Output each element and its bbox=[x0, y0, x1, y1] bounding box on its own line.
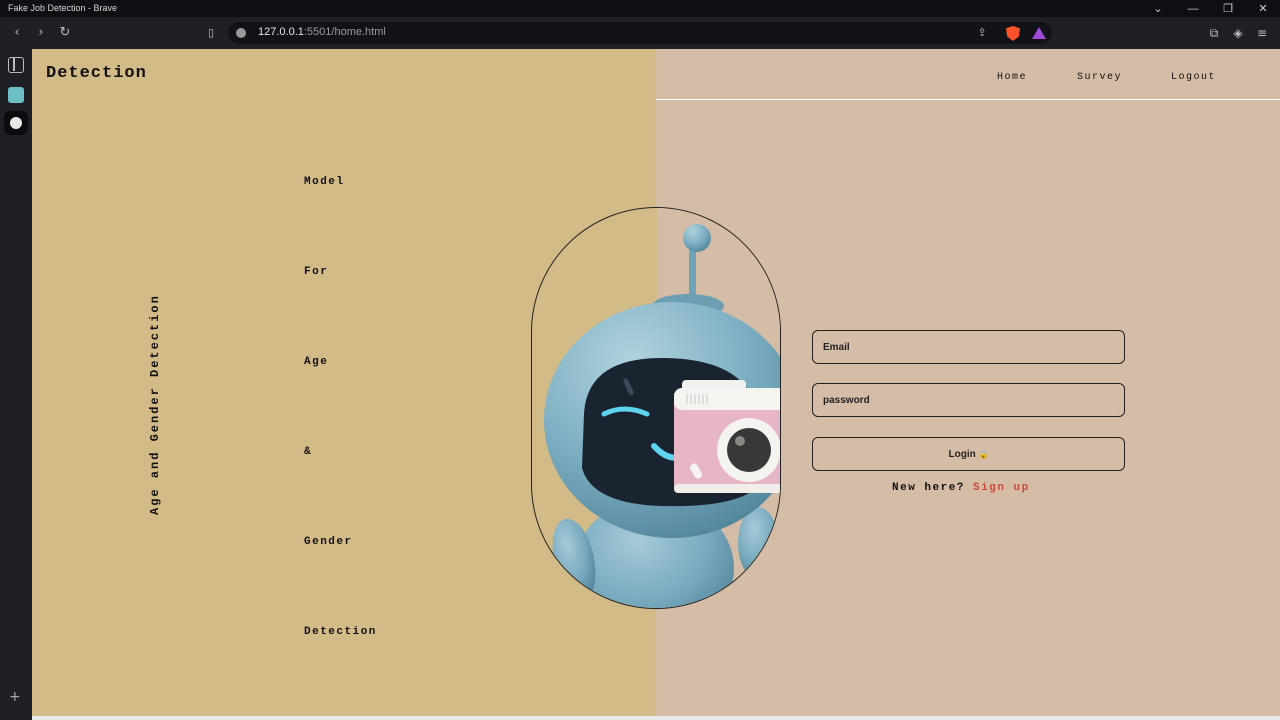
vertical-title: Age and Gender Detection bbox=[148, 271, 168, 515]
window-title: Fake Job Detection - Brave bbox=[8, 3, 118, 13]
browser-sidebar: + bbox=[0, 49, 32, 720]
window-titlebar: Fake Job Detection - Brave ⌄ — ❐ ✕ bbox=[0, 0, 1280, 17]
sidebar-panel-icon[interactable] bbox=[8, 57, 24, 73]
robot-image-frame bbox=[531, 207, 781, 609]
back-icon[interactable]: ‹ bbox=[9, 25, 25, 41]
sidebar-web-item[interactable] bbox=[4, 111, 28, 135]
email-input[interactable] bbox=[812, 330, 1125, 364]
hero-word-detection: Detection bbox=[304, 626, 377, 638]
signup-row: New here? Sign up bbox=[892, 482, 1030, 494]
hero-word-gender: Gender bbox=[304, 536, 353, 548]
new-here-text: New here? bbox=[892, 482, 965, 494]
browser-toolbar: ‹ › ↻ ▯ 127.0.0.1:5501/home.html ⇪ ⧉ ◈ ≡ bbox=[0, 17, 1280, 49]
site-info-icon[interactable] bbox=[236, 28, 246, 38]
url-text[interactable]: 127.0.0.1:5501/home.html bbox=[258, 26, 386, 38]
nav-divider bbox=[656, 99, 1280, 100]
menu-icon[interactable]: ≡ bbox=[1254, 25, 1270, 41]
share-icon[interactable]: ⇪ bbox=[974, 25, 990, 41]
add-sidebar-item-icon[interactable]: + bbox=[9, 689, 21, 705]
hero-word-for: For bbox=[304, 266, 329, 278]
close-window-button[interactable]: ✕ bbox=[1247, 0, 1279, 17]
extensions-icon[interactable]: ⧉ bbox=[1206, 25, 1222, 41]
brave-rewards-icon[interactable] bbox=[1032, 27, 1046, 39]
restore-button[interactable]: ❐ bbox=[1212, 0, 1244, 17]
robot-antenna-ball bbox=[683, 224, 711, 252]
forward-icon[interactable]: › bbox=[33, 25, 49, 41]
sign-up-link[interactable]: Sign up bbox=[973, 482, 1030, 494]
password-input[interactable] bbox=[812, 383, 1125, 417]
tab-search-chevron-icon[interactable]: ⌄ bbox=[1142, 0, 1174, 17]
globe-icon bbox=[10, 117, 22, 129]
nav-home-link[interactable]: Home bbox=[997, 72, 1027, 83]
lock-icon: 🔒 bbox=[978, 449, 989, 459]
page-bottom-edge bbox=[32, 716, 1280, 720]
wallet-icon[interactable]: ◈ bbox=[1230, 25, 1246, 41]
login-button[interactable]: Login 🔒 bbox=[812, 437, 1125, 471]
nav-survey-link[interactable]: Survey bbox=[1077, 72, 1122, 83]
robot-camera-illustration bbox=[544, 224, 780, 608]
robot-right-arm bbox=[738, 507, 778, 579]
vertical-title-text: Age and Gender Detection bbox=[148, 294, 162, 515]
camera-lens bbox=[727, 428, 771, 472]
brand-logo[interactable]: Detection bbox=[46, 64, 147, 83]
hero-word-age: Age bbox=[304, 356, 329, 368]
minimize-button[interactable]: — bbox=[1177, 0, 1209, 17]
bookmark-icon[interactable]: ▯ bbox=[203, 25, 219, 41]
address-bar[interactable]: 127.0.0.1:5501/home.html ⇪ bbox=[228, 22, 1052, 44]
reload-icon[interactable]: ↻ bbox=[57, 25, 73, 41]
nav-logout-link[interactable]: Logout bbox=[1171, 72, 1216, 83]
hero-word-ampersand: & bbox=[304, 446, 313, 458]
login-button-label: Login bbox=[948, 448, 976, 460]
hero-word-model: Model bbox=[304, 176, 345, 188]
web-page: Detection Home Survey Logout Age and Gen… bbox=[32, 49, 1280, 716]
sidebar-app-icon[interactable] bbox=[8, 87, 24, 103]
